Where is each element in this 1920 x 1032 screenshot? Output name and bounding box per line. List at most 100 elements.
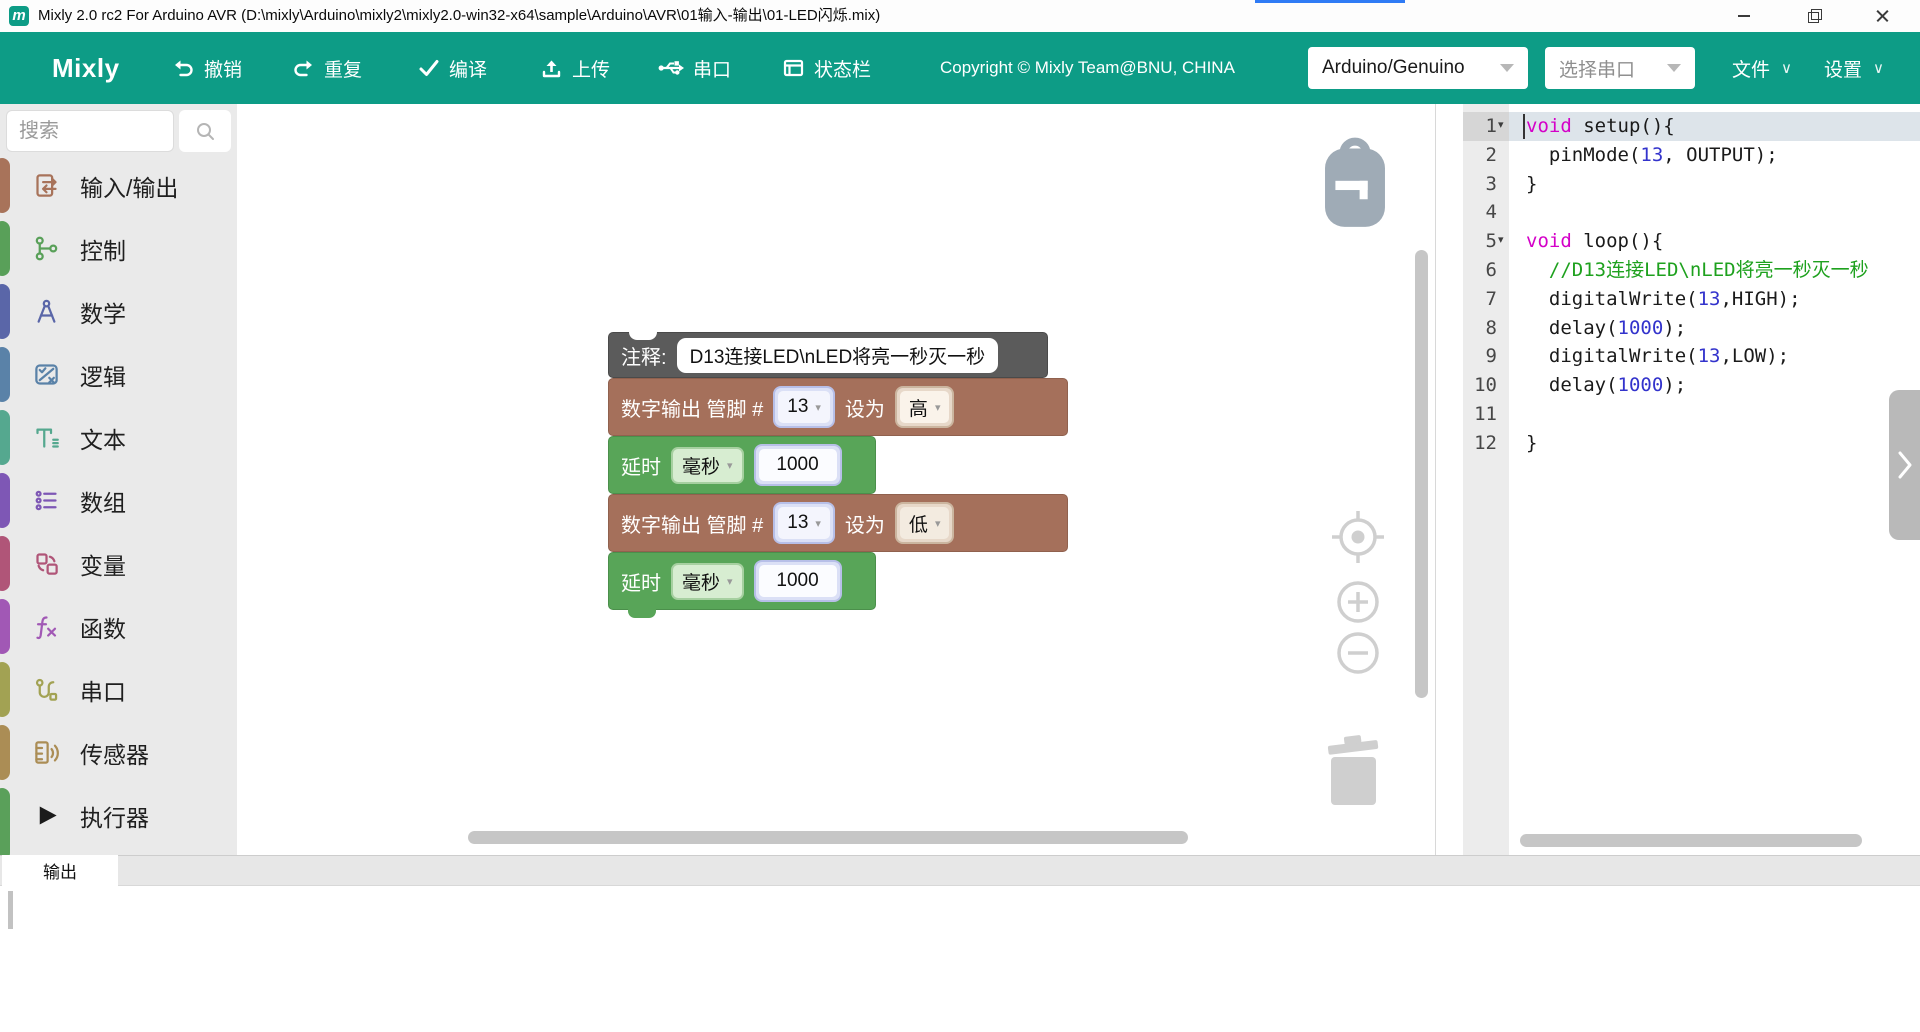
workspace-vertical-scrollbar[interactable]	[1415, 250, 1428, 698]
text-icon	[33, 424, 60, 451]
unit-dropdown[interactable]: 毫秒 ▾	[671, 563, 744, 600]
port-select-dropdown[interactable]: 选择串口	[1545, 47, 1695, 89]
settings-menu[interactable]: 设置 ∨	[1824, 32, 1884, 104]
category-color-bar	[0, 284, 10, 339]
delay-block[interactable]: 延时 毫秒 ▾ 1000	[608, 552, 876, 610]
redo-label: 重复	[324, 55, 362, 82]
output-tab[interactable]: 输出	[2, 855, 118, 886]
function-icon	[33, 613, 60, 640]
search-icon	[195, 121, 216, 142]
output-tab-label: 输出	[43, 858, 77, 883]
sidebar-item-function[interactable]: 函数	[0, 595, 237, 658]
block-label: 延时	[621, 451, 661, 480]
dropdown-caret-icon: ▾	[815, 401, 821, 414]
collapse-panel-button[interactable]	[1889, 390, 1920, 540]
category-color-bar	[0, 725, 10, 780]
code-line: }	[1526, 429, 1537, 458]
maximize-restore-button[interactable]	[1790, 0, 1836, 32]
delay-block[interactable]: 延时 毫秒 ▾ 1000	[608, 436, 876, 494]
sidebar-item-variable[interactable]: 变量	[0, 532, 237, 595]
sidebar-item-math[interactable]: 数学	[0, 280, 237, 343]
digital-write-block-high[interactable]: 数字输出 管脚 # 13 ▾ 设为 高 ▾	[608, 378, 1068, 436]
sidebar-item-label: 输入/输出	[80, 169, 178, 203]
sidebar-item-logic[interactable]: 逻辑	[0, 343, 237, 406]
search-button[interactable]	[179, 110, 231, 152]
output-scrollbar[interactable]	[8, 891, 13, 929]
backpack-icon[interactable]	[1318, 137, 1392, 235]
usb-icon	[658, 57, 684, 79]
code-line: void loop(){	[1526, 227, 1663, 256]
zoom-out-button[interactable]	[1336, 631, 1380, 675]
fold-icon[interactable]: ▾	[1498, 227, 1510, 256]
sidebar-item-control[interactable]: 控制	[0, 217, 237, 280]
settings-menu-label: 设置	[1824, 55, 1862, 82]
block-notch	[629, 332, 657, 340]
redo-icon	[292, 57, 315, 80]
pin-socket: 13 ▾	[773, 386, 835, 428]
sidebar-item-actuator[interactable]: 执行器	[0, 784, 237, 847]
pin-dropdown[interactable]: 13 ▾	[778, 391, 830, 423]
upload-button[interactable]: 上传	[540, 32, 610, 104]
level-dropdown[interactable]: 低 ▾	[900, 507, 950, 539]
board-select-value: Arduino/Genuino	[1322, 57, 1465, 79]
sidebar-item-sensor[interactable]: 传感器	[0, 721, 237, 784]
sidebar-item-label: 控制	[80, 232, 126, 266]
inout-icon	[33, 172, 60, 199]
code-line: }	[1526, 170, 1537, 199]
chevron-down-icon: ∨	[1781, 59, 1792, 77]
dropdown-caret-icon: ▾	[935, 517, 941, 530]
serial-monitor-button[interactable]: 串口	[658, 32, 731, 104]
sidebar-item-label: 数学	[80, 295, 126, 329]
sidebar-item-inout[interactable]: 输入/输出	[0, 154, 237, 217]
file-menu-label: 文件	[1732, 55, 1770, 82]
comment-block-label: 注释:	[621, 341, 667, 370]
file-menu[interactable]: 文件 ∨	[1732, 32, 1792, 104]
block-bottom-tab	[628, 609, 656, 618]
code-horizontal-scrollbar[interactable]	[1520, 834, 1862, 847]
blockly-workspace[interactable]: 注释: D13连接LED\nLED将亮一秒灭一秒 数字输出 管脚 # 13 ▾ …	[237, 104, 1435, 855]
actuator-play-icon	[33, 802, 60, 829]
statusbar-icon	[782, 57, 805, 79]
search-input[interactable]	[6, 110, 174, 152]
zoom-reset-target-icon[interactable]	[1329, 508, 1387, 566]
comment-text-field[interactable]: D13连接LED\nLED将亮一秒灭一秒	[677, 338, 999, 373]
pin-dropdown[interactable]: 13 ▾	[778, 507, 830, 539]
ms-socket: 1000	[754, 444, 842, 486]
unit-dropdown[interactable]: 毫秒 ▾	[671, 447, 744, 484]
block-label: 设为	[845, 509, 885, 538]
sidebar-item-array[interactable]: 数组	[0, 469, 237, 532]
zoom-in-button[interactable]	[1336, 580, 1380, 624]
compile-button[interactable]: 编译	[418, 32, 487, 104]
ms-value-field[interactable]: 1000	[759, 565, 837, 597]
level-socket: 低 ▾	[895, 502, 955, 544]
compile-label: 编译	[449, 55, 487, 82]
fold-icon[interactable]: ▾	[1498, 112, 1510, 141]
dropdown-caret-icon: ▾	[727, 459, 733, 472]
line-number: 3	[1463, 170, 1497, 199]
minimize-button[interactable]	[1721, 0, 1767, 32]
code-line: delay(1000);	[1526, 314, 1686, 343]
level-value: 低	[909, 510, 928, 537]
unit-value: 毫秒	[682, 568, 720, 595]
line-number: 2	[1463, 141, 1497, 170]
sidebar-item-text[interactable]: 文本	[0, 406, 237, 469]
board-select-dropdown[interactable]: Arduino/Genuino	[1308, 47, 1528, 89]
upload-label: 上传	[572, 55, 610, 82]
workspace-horizontal-scrollbar[interactable]	[468, 831, 1188, 844]
pin-value: 13	[787, 512, 808, 534]
redo-button[interactable]: 重复	[292, 32, 362, 104]
comment-block[interactable]: 注释: D13连接LED\nLED将亮一秒灭一秒	[608, 332, 1048, 378]
ms-value-field[interactable]: 1000	[759, 449, 837, 481]
level-dropdown[interactable]: 高 ▾	[900, 391, 950, 423]
sidebar-item-serial[interactable]: 串口	[0, 658, 237, 721]
undo-button[interactable]: 撤销	[172, 32, 242, 104]
ms-socket: 1000	[754, 560, 842, 602]
sidebar-item-label: 执行器	[80, 799, 149, 833]
digital-write-block-low[interactable]: 数字输出 管脚 # 13 ▾ 设为 低 ▾	[608, 494, 1068, 552]
trash-icon[interactable]	[1320, 733, 1388, 807]
chevron-down-icon: ∨	[1873, 59, 1884, 77]
output-tab-strip	[0, 855, 1920, 886]
close-button[interactable]	[1859, 0, 1905, 32]
statusbar-toggle-button[interactable]: 状态栏	[782, 32, 871, 104]
line-number: 8	[1463, 314, 1497, 343]
